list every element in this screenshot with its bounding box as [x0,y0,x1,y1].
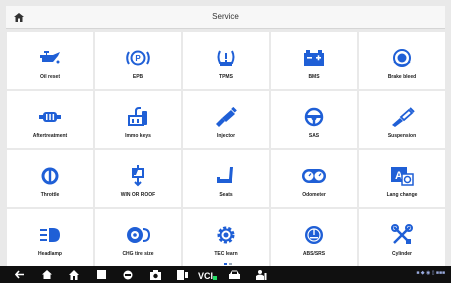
tile-throttle[interactable]: Throttle [7,150,93,207]
tile-label: WIN OR ROOF [120,192,156,198]
tire-pressure-icon [213,47,239,69]
camera-button[interactable] [147,267,163,282]
throttle-icon [37,165,63,187]
oil-can-icon [37,47,63,69]
tile-label: Lang change [386,192,418,198]
tile-aftertreatment[interactable]: Aftertreatment [7,91,93,148]
tile-win-or-roof[interactable]: WIN OR ROOF [95,150,181,207]
exhaust-filter-icon [37,106,63,128]
vci-button[interactable]: VCI [198,267,218,282]
battery-icon [301,47,327,69]
title-bar: Service [6,6,445,29]
tile-chg-tire-size[interactable]: CHG tire size [95,209,181,266]
car-icon [228,270,240,279]
screenshot-icon [176,269,188,280]
tile-label: SAS [308,133,320,139]
tile-label: Cylinder [391,251,412,257]
window-roof-icon [125,164,151,187]
tile-sas[interactable]: SAS [271,91,357,148]
svg-text:VCI: VCI [198,271,213,280]
tile-label: Brake bleed [387,74,417,80]
back-icon [15,270,24,279]
tire-size-icon [125,224,151,246]
service-screen: Service Oil reset P EPB TPMS BMS Brake b… [0,0,451,283]
tile-label: BMS [308,74,320,80]
tile-odometer[interactable]: Odometer [271,150,357,207]
injector-icon [213,106,239,128]
tile-immo-keys[interactable]: Immo keys [95,91,181,148]
headlamp-icon [37,224,63,246]
tile-seats[interactable]: Seats [183,150,269,207]
tile-brake-bleed[interactable]: Brake bleed [359,32,445,89]
tile-label: TPMS [219,74,233,80]
tile-label: Headlamp [38,251,62,257]
language-icon: A [389,165,415,187]
seat-icon [213,165,239,187]
suspension-icon [389,106,415,128]
person-button[interactable] [253,267,269,282]
vci-icon: VCI [198,271,217,280]
tile-epb[interactable]: P EPB [95,32,181,89]
gear-learn-icon [213,224,239,246]
home-icon [14,12,24,22]
tile-cylinder[interactable]: Cylinder [359,209,445,266]
back-button[interactable] [12,267,28,282]
page-indicator [224,263,232,265]
cylinder-tools-icon [389,223,415,246]
tile-injector[interactable]: Injector [183,91,269,148]
tile-bms[interactable]: BMS [271,32,357,89]
tile-abs-srs[interactable]: ABS/SRS [271,209,357,266]
tile-oil-reset[interactable]: Oil reset [7,32,93,89]
person-icon [255,269,266,280]
status-bar-text: ■ ◆ ◉ ▯ ■■■ [416,270,445,276]
tile-label: Immo keys [125,133,151,139]
tile-label: EPB [132,74,144,80]
tile-headlamp[interactable]: Headlamp [7,209,93,266]
home-icon [42,270,52,279]
odometer-icon [301,165,327,187]
tile-suspension[interactable]: Suspension [359,91,445,148]
house-button[interactable] [66,267,82,282]
tile-label: ABS/SRS [302,251,326,257]
square-icon [96,270,106,279]
car-button[interactable] [226,267,242,282]
abs-srs-icon [301,224,327,246]
house-icon [69,269,79,280]
tile-tpms[interactable]: TPMS [183,32,269,89]
tile-label: TEC learn [214,251,238,257]
svg-text:P: P [135,54,141,63]
brake-disc-icon [389,47,415,69]
browser-icon [123,270,133,279]
tile-label: Aftertreatment [32,133,68,139]
tile-lang-change[interactable]: A Lang change [359,150,445,207]
android-taskbar: VCI ■ ◆ ◉ ▯ ■■■ [0,266,451,283]
steering-wheel-icon [301,106,327,128]
tile-label: Throttle [40,192,60,198]
service-function-grid: Oil reset P EPB TPMS BMS Brake bleed Aft… [7,32,445,266]
page-title: Service [212,12,239,21]
recent-apps-button[interactable] [93,267,109,282]
tile-tec-learn[interactable]: TEC learn [183,209,269,266]
browser-button[interactable] [120,267,136,282]
tile-label: Injector [216,133,236,139]
tile-label: Seats [219,192,233,198]
key-immobilizer-icon [125,106,151,128]
tile-label: CHG tire size [122,251,154,257]
tile-label: Oil reset [39,74,60,80]
parking-brake-icon: P [125,47,151,69]
tile-label: Odometer [302,192,326,198]
camera-icon [149,269,161,280]
screenshot-button[interactable] [174,267,190,282]
home-button[interactable] [6,6,32,28]
home-nav-button[interactable] [39,267,55,282]
tile-label: Suspension [387,133,417,139]
